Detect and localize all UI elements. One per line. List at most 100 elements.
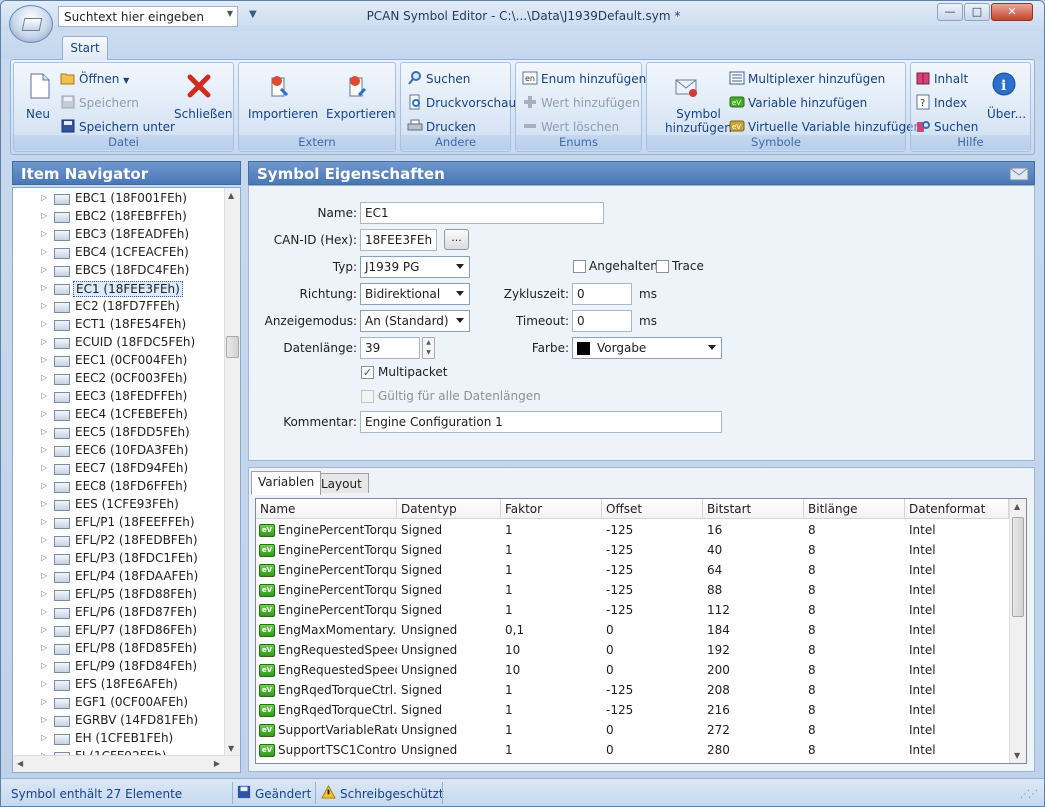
add-virtual-variable-button[interactable]: eV Virtuelle Variable hinzufügen: [729, 118, 921, 134]
resize-grip-icon[interactable]: ⋰⋰: [1020, 789, 1038, 800]
expand-icon[interactable]: ▷: [41, 517, 47, 526]
expand-icon[interactable]: ▷: [41, 409, 47, 418]
add-multiplexer-button[interactable]: Multiplexer hinzufügen: [729, 70, 885, 86]
variables-grid[interactable]: Name Datentyp Faktor Offset Bitstart Bitlänge…: [255, 498, 1027, 764]
grid-scroll-thumb[interactable]: [1012, 517, 1024, 617]
column-header[interactable]: Bitstart: [703, 499, 804, 519]
angehalten-checkbox[interactable]: [573, 260, 586, 273]
table-row[interactable]: eVEngRequestedSpeed... Unsigned 10 0 192 8 Int…: [256, 640, 1010, 660]
richtung-combo[interactable]: Bidirektional: [360, 283, 470, 305]
save-button[interactable]: Speichern: [60, 94, 139, 110]
expand-icon[interactable]: ▷: [41, 229, 47, 238]
table-row[interactable]: eV EnginePercentTorqu... Signed 1 -125 88 8 Int…: [256, 580, 1010, 600]
multipacket-checkbox[interactable]: ✓: [361, 366, 374, 379]
export-button[interactable]: Exportieren: [326, 107, 396, 121]
expand-icon[interactable]: ▷: [41, 391, 47, 400]
table-row[interactable]: eV EnginePercentTorqu... Signed 1 -125 112 8 In…: [256, 600, 1010, 620]
canid-browse-button[interactable]: ...: [444, 229, 469, 250]
minimize-button[interactable]: —: [937, 3, 963, 21]
scroll-up-icon[interactable]: ▲: [228, 191, 234, 200]
timeout-input[interactable]: 0: [572, 310, 632, 332]
import-button[interactable]: Importieren: [248, 107, 318, 121]
close-file-button[interactable]: Schließen: [174, 107, 232, 121]
expand-icon[interactable]: ▷: [41, 607, 47, 616]
expand-icon[interactable]: ▷: [41, 553, 47, 562]
datenlaenge-spinner[interactable]: ▲ ▼: [422, 337, 435, 359]
column-header[interactable]: Datenformat: [905, 499, 1009, 519]
expand-icon[interactable]: ▷: [41, 247, 47, 256]
save-as-button[interactable]: Speichern unter: [60, 118, 175, 134]
help-contents-button[interactable]: Inhalt: [915, 70, 968, 86]
trace-checkbox[interactable]: [656, 260, 669, 273]
navigator-scroll-thumb[interactable]: [226, 336, 239, 358]
table-row[interactable]: eVSupportTSC1Control... Unsigned 1 0 280 8 Int…: [256, 740, 1010, 760]
expand-icon[interactable]: ▷: [41, 679, 47, 688]
anzeigemodus-combo[interactable]: An (Standard): [360, 310, 470, 332]
expand-icon[interactable]: ▷: [41, 697, 47, 706]
search-button[interactable]: Suchen: [407, 70, 470, 86]
help-index-button[interactable]: ? Index: [915, 94, 967, 110]
expand-icon[interactable]: ▷: [41, 499, 47, 508]
expand-icon[interactable]: ▷: [41, 211, 47, 220]
column-header[interactable]: Datentyp: [397, 499, 501, 519]
grid-vertical-scrollbar[interactable]: ▲ ▼: [1009, 499, 1026, 763]
maximize-button[interactable]: □: [964, 3, 990, 21]
expand-icon[interactable]: ▷: [41, 661, 47, 670]
add-symbol-button[interactable]: Symbol hinzufügen: [665, 107, 732, 135]
table-row[interactable]: eV EnginePercentTorqu... Signed 1 -125 40 8 Int…: [256, 540, 1010, 560]
delete-value-button[interactable]: Wert löschen: [522, 118, 619, 134]
expand-icon[interactable]: ▷: [41, 625, 47, 634]
scroll-up-icon[interactable]: ▲: [1014, 502, 1020, 511]
table-row[interactable]: eVEngRequestedSpeed... Unsigned 10 0 200 8 Int…: [256, 660, 1010, 680]
scroll-down-icon[interactable]: ▼: [1014, 751, 1020, 760]
navigator-vertical-scrollbar[interactable]: ▲ ▼: [224, 188, 240, 756]
about-button[interactable]: Über...: [987, 107, 1026, 121]
navigator-horizontal-scrollbar[interactable]: ◀ ▶: [13, 755, 240, 772]
table-row[interactable]: eV EnginePercentTorqu... Signed 1 -125 64 8 Int…: [256, 560, 1010, 580]
expand-icon[interactable]: ▷: [41, 643, 47, 652]
print-button[interactable]: Drucken: [407, 118, 476, 134]
column-header[interactable]: Faktor: [501, 499, 602, 519]
expand-icon[interactable]: ▷: [41, 715, 47, 724]
scroll-left-icon[interactable]: ◀: [17, 759, 23, 768]
table-row[interactable]: eV EngMaxMomentary... Unsigned 0,1 0 184 8 Inte…: [256, 620, 1010, 640]
tab-start[interactable]: Start: [62, 36, 108, 60]
application-menu-button[interactable]: [9, 5, 53, 43]
new-button[interactable]: Neu: [26, 107, 50, 121]
close-button[interactable]: ✕: [991, 3, 1033, 21]
scroll-right-icon[interactable]: ▶: [214, 759, 220, 768]
farbe-combo[interactable]: Vorgabe: [572, 337, 722, 359]
open-button[interactable]: Öffnen ▼: [60, 70, 129, 86]
add-enum-button[interactable]: en Enum hinzufügen: [522, 70, 646, 86]
expand-icon[interactable]: ▷: [41, 427, 47, 436]
table-row[interactable]: eV EnginePercentTorqu... Signed 1 -125 16 8 Int…: [256, 520, 1010, 540]
table-row[interactable]: eVSupportVariableRate... Unsigned 1 0 272 8 In…: [256, 720, 1010, 740]
expand-icon[interactable]: ▷: [41, 373, 47, 382]
gueltig-checkbox[interactable]: [361, 390, 374, 403]
column-header[interactable]: Bitlänge: [804, 499, 905, 519]
name-input[interactable]: EC1: [360, 202, 604, 224]
expand-icon[interactable]: ▷: [41, 193, 47, 202]
column-header[interactable]: Name: [256, 499, 397, 519]
item-navigator-tree[interactable]: ▷ EBC1 (18F001FEh) ▷ EBC2 (18FEBFFEh) ▷ EBC3 …: [12, 187, 241, 773]
kommentar-input[interactable]: Engine Configuration 1: [360, 411, 722, 433]
zykluszeit-input[interactable]: 0: [572, 283, 632, 305]
table-row[interactable]: eV EngRqedTorqueCtrl... Signed 1 -125 208 8 Int…: [256, 680, 1010, 700]
typ-combo[interactable]: J1939 PG: [360, 256, 470, 278]
expand-icon[interactable]: ▷: [41, 445, 47, 454]
expand-icon[interactable]: ▷: [41, 733, 47, 742]
scroll-down-icon[interactable]: ▼: [228, 744, 234, 753]
canid-input[interactable]: 18FEE3FEh: [360, 229, 437, 251]
add-value-button[interactable]: Wert hinzufügen: [522, 94, 640, 110]
expand-icon[interactable]: ▷: [41, 337, 47, 346]
column-header[interactable]: Offset: [602, 499, 703, 519]
expand-icon[interactable]: ▷: [41, 481, 47, 490]
expand-icon[interactable]: ▷: [41, 355, 47, 364]
expand-icon[interactable]: ▷: [41, 283, 47, 292]
tab-variablen[interactable]: Variablen: [251, 471, 322, 495]
tab-layout[interactable]: Layout: [314, 473, 369, 493]
datenlaenge-input[interactable]: 39: [360, 337, 420, 359]
expand-icon[interactable]: ▷: [41, 571, 47, 580]
expand-icon[interactable]: ▷: [41, 319, 47, 328]
expand-icon[interactable]: ▷: [41, 463, 47, 472]
